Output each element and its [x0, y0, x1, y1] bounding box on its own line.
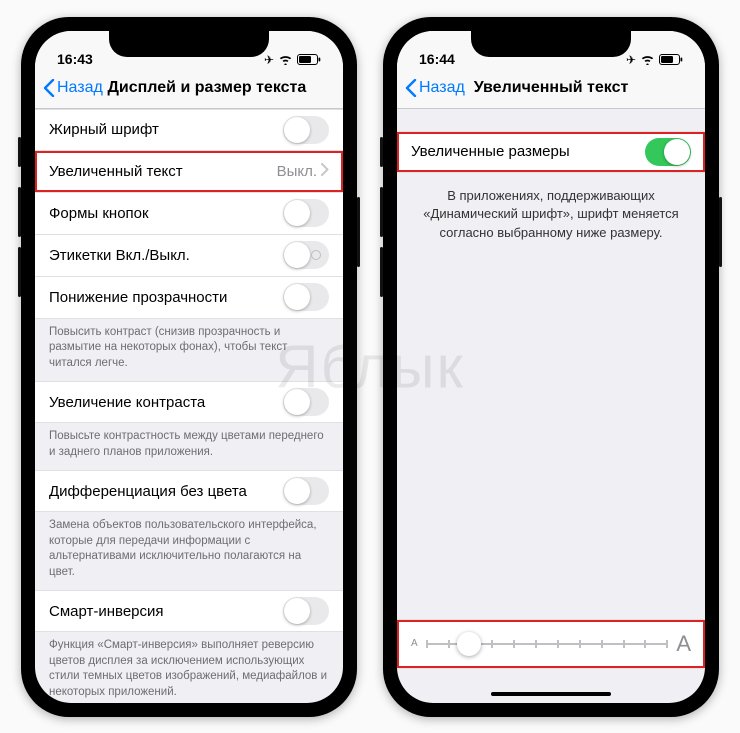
footer-contrast: Повысьте контрастность между цветами пер… — [35, 423, 343, 470]
row-label: Дифференциация без цвета — [49, 483, 283, 500]
row-label: Понижение прозрачности — [49, 289, 283, 306]
row-label: Жирный шрифт — [49, 121, 283, 138]
toggle-bold-text[interactable] — [283, 116, 329, 144]
row-larger-text[interactable]: Увеличенный текст Выкл. — [35, 151, 343, 193]
row-label: Увеличенный текст — [49, 163, 277, 180]
settings-list: Жирный шрифт Увеличенный текст Выкл. Фор… — [35, 109, 343, 703]
nav-title: Увеличенный текст — [474, 79, 629, 97]
notch — [109, 31, 269, 57]
row-label: Увеличенные размеры — [411, 143, 645, 160]
row-reduce-transparency[interactable]: Понижение прозрачности — [35, 277, 343, 319]
row-value: Выкл. — [277, 163, 317, 180]
toggle-diff-no-color[interactable] — [283, 477, 329, 505]
slider-thumb[interactable] — [457, 632, 481, 656]
back-label: Назад — [57, 79, 103, 97]
status-time: 16:43 — [57, 51, 93, 67]
back-button[interactable]: Назад — [405, 79, 465, 97]
toggle-button-shapes[interactable] — [283, 199, 329, 227]
nav-bar: Назад Дисплей и размер текста — [35, 69, 343, 109]
row-label: Смарт-инверсия — [49, 603, 283, 620]
row-smart-invert[interactable]: Смарт-инверсия — [35, 590, 343, 632]
chevron-left-icon — [405, 79, 417, 97]
description-text: В приложениях, поддерживающих «Динамичес… — [397, 173, 705, 258]
larger-text-screen: Увеличенные размеры В приложениях, подде… — [397, 109, 705, 703]
footer-smart: Функция «Смарт-инверсия» выполняет ревер… — [35, 632, 343, 702]
toggle-reduce-transparency[interactable] — [283, 283, 329, 311]
toggle-smart-invert[interactable] — [283, 597, 329, 625]
row-on-off-labels[interactable]: Этикетки Вкл./Выкл. — [35, 235, 343, 277]
battery-icon — [297, 54, 321, 65]
airplane-icon: ✈︎ — [626, 53, 636, 67]
text-size-slider[interactable] — [426, 634, 669, 654]
row-label: Формы кнопок — [49, 205, 283, 222]
row-increase-contrast[interactable]: Увеличение контраста — [35, 381, 343, 423]
battery-icon — [659, 54, 683, 65]
phone-right: 16:44 ✈︎ Назад Увеличенный текст Увеличе… — [383, 17, 719, 717]
nav-bar: Назад Увеличенный текст — [397, 69, 705, 109]
chevron-right-icon — [321, 163, 329, 180]
status-time: 16:44 — [419, 51, 455, 67]
row-label: Увеличение контраста — [49, 394, 283, 411]
row-bold-text[interactable]: Жирный шрифт — [35, 109, 343, 151]
back-label: Назад — [419, 79, 465, 97]
row-larger-sizes[interactable]: Увеличенные размеры — [397, 131, 705, 173]
toggle-increase-contrast[interactable] — [283, 388, 329, 416]
nav-title: Дисплей и размер текста — [108, 79, 307, 97]
toggle-on-off-labels[interactable] — [283, 241, 329, 269]
back-button[interactable]: Назад — [43, 79, 103, 97]
footer-diff: Замена объектов пользовательского интерф… — [35, 512, 343, 590]
phone-left: 16:43 ✈︎ Назад Дисплей и размер текста Ж… — [21, 17, 357, 717]
row-diff-no-color[interactable]: Дифференциация без цвета — [35, 470, 343, 512]
row-label: Этикетки Вкл./Выкл. — [49, 247, 283, 264]
slider-min-label: A — [411, 638, 418, 649]
slider-max-label: A — [676, 631, 691, 657]
wifi-icon — [640, 54, 655, 65]
wifi-icon — [278, 54, 293, 65]
notch — [471, 31, 631, 57]
airplane-icon: ✈︎ — [264, 53, 274, 67]
toggle-larger-sizes[interactable] — [645, 138, 691, 166]
chevron-left-icon — [43, 79, 55, 97]
footer-transparency: Повысить контраст (снизив прозрачность и… — [35, 319, 343, 382]
home-indicator[interactable] — [491, 692, 611, 696]
row-button-shapes[interactable]: Формы кнопок — [35, 193, 343, 235]
text-size-slider-bar: A A — [397, 619, 705, 669]
